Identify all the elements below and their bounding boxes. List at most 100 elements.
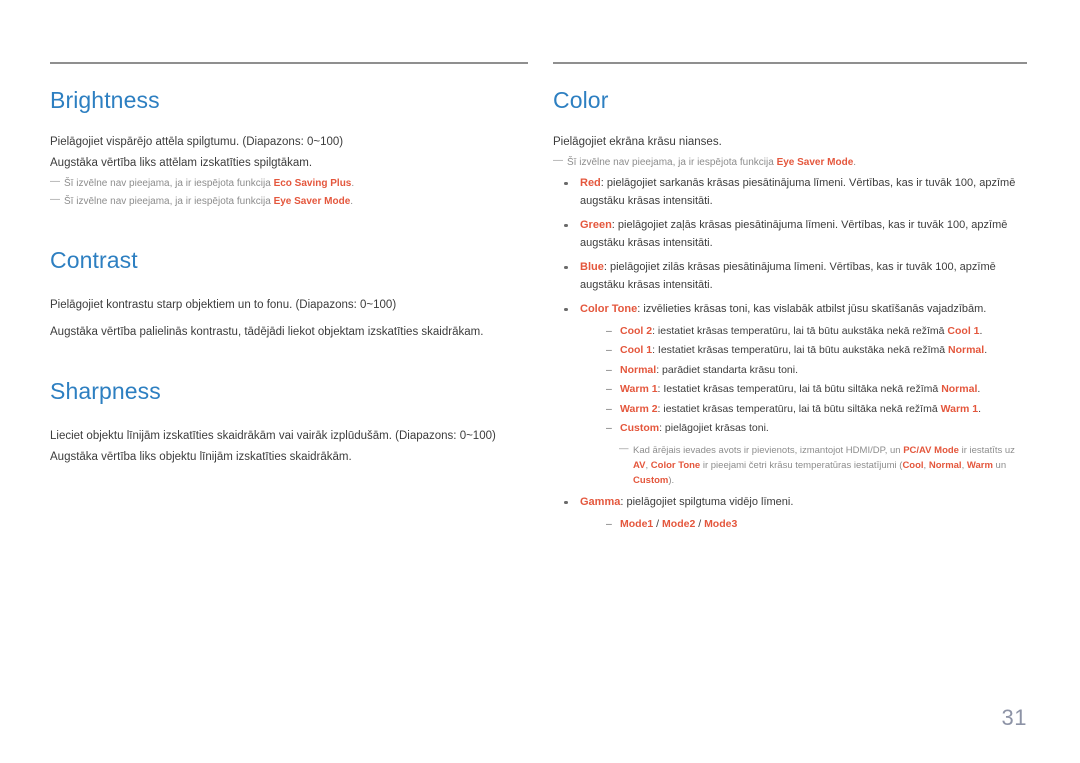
contrast-body-line-1: Pielāgojiet kontrastu starp objektiem un…: [50, 298, 397, 311]
option-label-gamma: Gamma: [580, 496, 621, 509]
sub-ref-warm-2: Warm 1: [940, 402, 979, 415]
brightness-body: Pielāgojiet vispārējo attēla spilgtumu. …: [50, 133, 528, 210]
sharpness-body-line-1: Lieciet objektu līnijām izskatīties skai…: [50, 429, 496, 442]
section-title-brightness: Brightness: [50, 87, 160, 113]
ct-note-p2: ir iestatīts uz: [958, 445, 1015, 457]
brightness-note-1-suffix: .: [351, 178, 355, 190]
sub-mid-warm-1: : Iestatiet krāsas temperatūru, lai tā b…: [657, 383, 942, 396]
ct-note-p4: ir pieejami četri krāsu temperatūras ies…: [700, 460, 903, 472]
sub-label-custom: Custom: [620, 422, 660, 435]
option-label-red: Red: [580, 177, 601, 190]
right-column: Color Pielāgojiet ekrāna krāsu nianses. …: [553, 62, 1027, 535]
left-column: Brightness Pielāgojiet vispārējo attēla …: [50, 62, 528, 469]
sub-end-warm-1: .: [977, 383, 981, 396]
sub-label-warm-2: Warm 2: [620, 402, 658, 415]
sub-end-warm-2: .: [978, 402, 982, 415]
brightness-body-line-2: Augstāka vērtība liks attēlam izskatītie…: [50, 157, 313, 170]
gamma-subitems-wrap: – Mode1 / Mode2 / Mode3: [606, 516, 1027, 533]
list-item-blue: Blue: pielāgojiet zilās krāsas piesātinā…: [553, 259, 1027, 294]
section-divider-right: [553, 62, 1027, 64]
color-tone-note: — Kad ārējais ievades avots ir pievienots…: [619, 443, 1027, 488]
sub-label-cool-1: Cool 1: [620, 344, 653, 357]
sub-dash-icon: –: [606, 402, 612, 415]
brightness-note-2-suffix: .: [350, 196, 354, 208]
note-dash-icon: —: [553, 155, 563, 167]
sub-dash-icon: –: [606, 324, 612, 337]
sub-mid-warm-2: : iestatiet krāsas temperatūru, lai tā b…: [657, 402, 941, 415]
section-divider-left: [50, 62, 528, 64]
ct-note-a1: PC/AV Mode: [903, 445, 959, 457]
sub-dash-icon: –: [606, 517, 612, 530]
sub-mid-normal: : parādiet standarta krāsu toni.: [656, 363, 799, 376]
sub-item-custom: – Custom: pielāgojiet krāsas toni.: [606, 420, 1027, 437]
bullet-dot-icon: [564, 265, 568, 270]
brightness-body-line-1: Pielāgojiet vispārējo attēla spilgtumu. …: [50, 136, 344, 149]
option-label-green: Green: [580, 219, 612, 232]
sub-item-warm-1: – Warm 1: Iestatiet krāsas temperatūru, l…: [606, 381, 1027, 398]
sub-label-normal: Normal: [620, 363, 657, 376]
sharpness-body-line-2: Augstāka vērtība liks objektu līnijām iz…: [50, 450, 352, 463]
sub-ref-cool-2: Cool 1: [947, 324, 980, 337]
option-label-blue: Blue: [580, 261, 604, 274]
color-options-list: Red: pielāgojiet sarkanās krāsas piesāti…: [553, 175, 1027, 533]
color-tone-subitems: – Cool 2: iestatiet krāsas temperatūru, l…: [606, 323, 1027, 438]
brightness-note-2-accent: Eye Saver Mode: [273, 196, 351, 208]
section-title-sharpness: Sharpness: [50, 377, 161, 404]
bullet-dot-icon: [564, 223, 568, 228]
brightness-note-1-prefix: Šī izvēlne nav pieejama, ja ir iespējota…: [64, 178, 274, 190]
list-item-green: Green: pielāgojiet zaļās krāsas piesātin…: [553, 217, 1027, 252]
manual-page: Brightness Pielāgojiet vispārējo attēla …: [0, 0, 1080, 763]
sub-item-warm-2: – Warm 2: iestatiet krāsas temperatūru, l…: [606, 401, 1027, 418]
color-note-1-prefix: Šī izvēlne nav pieejama, ja ir iespējota…: [567, 157, 777, 169]
sub-mid-cool-2: : iestatiet krāsas temperatūru, lai tā b…: [652, 324, 948, 337]
ct-note-a7: Custom: [633, 475, 669, 487]
ct-note-a6: Warm: [966, 460, 993, 472]
gamma-mode-1: Mode1: [620, 517, 654, 530]
section-title-contrast: Contrast: [50, 247, 138, 274]
list-item-gamma: Gamma: pielāgojiet spilgtuma vidējo līme…: [553, 494, 1027, 533]
sub-mid-custom: : pielāgojiet krāsas toni.: [659, 422, 769, 435]
list-item-color-tone: Color Tone: izvēlieties krāsas toni, kas…: [553, 301, 1027, 488]
sub-dash-icon: –: [606, 344, 612, 357]
contrast-body: Pielāgojiet kontrastu starp objektiem un…: [50, 296, 528, 342]
note-dash-icon: —: [619, 443, 629, 455]
color-tone-subitems-wrap: – Cool 2: iestatiet krāsas temperatūru, l…: [606, 323, 1027, 489]
note-dash-icon: —: [50, 176, 60, 188]
ct-note-a5: Normal: [928, 460, 962, 472]
gamma-mode-3: Mode3: [704, 517, 738, 530]
note-dash-icon: —: [50, 194, 60, 206]
gamma-mode-2: Mode2: [662, 517, 696, 530]
option-label-color-tone: Color Tone: [580, 303, 638, 316]
color-note-1: — Šī izvēlne nav pieejama, ja ir iespējot…: [553, 155, 1027, 171]
sub-label-cool-2: Cool 2: [620, 324, 653, 337]
color-note-1-suffix: .: [853, 157, 857, 169]
bullet-dot-icon: [564, 500, 568, 505]
sub-item-cool-1: – Cool 1: Iestatiet krāsas temperatūru, l…: [606, 342, 1027, 359]
brightness-note-1-accent: Eco Saving Plus: [273, 178, 352, 190]
sub-ref-warm-1: Normal: [941, 383, 978, 396]
list-item-red: Red: pielāgojiet sarkanās krāsas piesāti…: [553, 175, 1027, 210]
brightness-note-2: — Šī izvēlne nav pieejama, ja ir iespējot…: [50, 194, 528, 210]
sub-item-cool-2: – Cool 2: iestatiet krāsas temperatūru, l…: [606, 323, 1027, 340]
sub-end-cool-2: .: [979, 324, 983, 337]
section-title-color: Color: [553, 87, 609, 113]
color-body: Pielāgojiet ekrāna krāsu nianses. — Šī iz…: [553, 133, 1027, 171]
color-body-line-1: Pielāgojiet ekrāna krāsu nianses.: [553, 136, 722, 149]
sub-dash-icon: –: [606, 363, 612, 376]
option-text-gamma: : pielāgojiet spilgtuma vidējo līmeni.: [620, 496, 794, 509]
sub-item-gamma-modes: – Mode1 / Mode2 / Mode3: [606, 516, 1027, 533]
sub-dash-icon: –: [606, 383, 612, 396]
sharpness-body: Lieciet objektu līnijām izskatīties skai…: [50, 427, 528, 467]
ct-note-a4: Cool: [902, 460, 924, 472]
ct-note-p8: ).: [668, 475, 675, 487]
option-text-blue: : pielāgojiet zilās krāsas piesātinājuma…: [580, 261, 996, 291]
brightness-note-1: — Šī izvēlne nav pieejama, ja ir iespējot…: [50, 176, 528, 192]
ct-note-a2: AV: [633, 460, 646, 472]
color-note-1-accent: Eye Saver Mode: [776, 157, 854, 169]
sub-mid-cool-1: : Iestatiet krāsas temperatūru, lai tā b…: [652, 344, 948, 357]
option-text-green: : pielāgojiet zaļās krāsas piesātinājuma…: [580, 219, 1008, 249]
sub-end-cool-1: .: [984, 344, 988, 357]
bullet-dot-icon: [564, 181, 568, 186]
sub-dash-icon: –: [606, 422, 612, 435]
ct-note-p7: un: [992, 460, 1007, 472]
